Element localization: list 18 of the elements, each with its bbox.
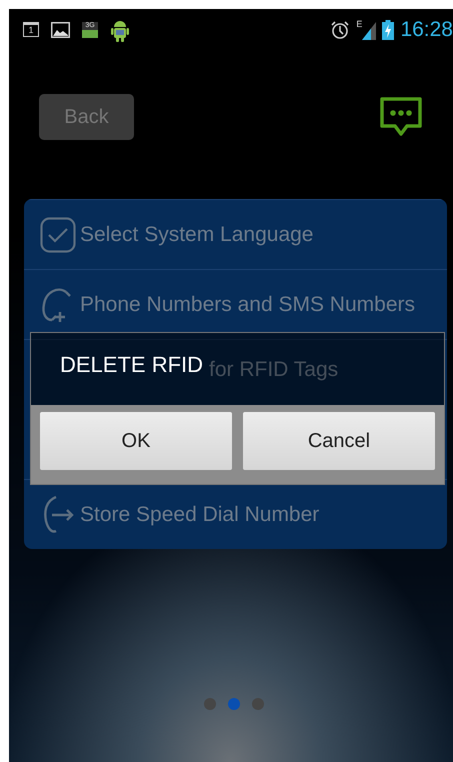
dialog-button[interactable]: OK: [40, 412, 232, 470]
back-button[interactable]: Back: [39, 94, 134, 140]
chat-bubble-icon[interactable]: [379, 96, 423, 138]
page-indicator-dot[interactable]: [228, 698, 240, 710]
menu-item[interactable]: Store Speed Dial Number: [80, 502, 320, 526]
dialog-title: DELETE RFID: [60, 352, 204, 378]
clock-time: 16:28: [400, 18, 453, 42]
page-indicator-dot[interactable]: [252, 698, 264, 710]
checkbox-icon: [40, 216, 76, 252]
menu-item[interactable]: for RFID Tags: [209, 358, 338, 382]
menu-item[interactable]: Phone Numbers and SMS Numbers: [80, 292, 415, 316]
menu-item[interactable]: Select System Language: [80, 222, 314, 246]
battery-charging-icon: [382, 20, 394, 40]
picture-icon: [51, 22, 70, 38]
alarm-clock-icon: [330, 20, 350, 40]
dialog-button[interactable]: Cancel: [243, 412, 435, 470]
calendar-icon: 1: [23, 22, 39, 37]
page-indicator-dot[interactable]: [204, 698, 216, 710]
